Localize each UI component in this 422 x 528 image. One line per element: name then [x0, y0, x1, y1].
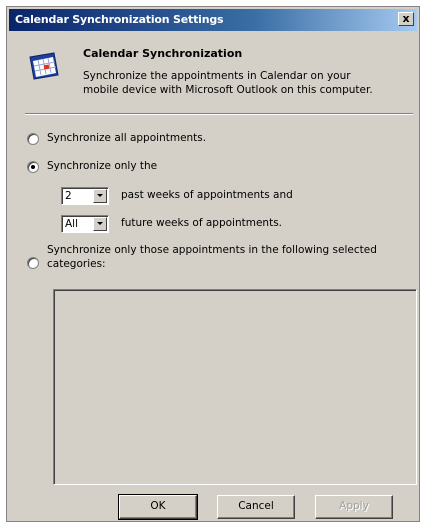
radio-sync-categories-label-line2[interactable]: categories: — [47, 258, 106, 270]
radio-sync-categories[interactable] — [27, 257, 39, 269]
past-weeks-label: past weeks of appointments and — [121, 189, 293, 201]
cancel-button[interactable]: Cancel — [217, 495, 295, 519]
chevron-down-icon[interactable] — [93, 217, 107, 231]
dialog-window: Calendar Synchronization Settings x Cale… — [6, 6, 420, 522]
window-title: Calendar Synchronization Settings — [15, 13, 224, 26]
close-button[interactable]: x — [398, 12, 414, 26]
radio-sync-categories-label-line1[interactable]: Synchronize only those appointments in t… — [47, 244, 377, 256]
radio-sync-all[interactable] — [27, 133, 39, 145]
radio-selected-dot — [31, 165, 35, 169]
divider — [25, 113, 413, 115]
radio-sync-only[interactable] — [27, 161, 39, 173]
radio-sync-all-label[interactable]: Synchronize all appointments. — [47, 132, 206, 144]
header-description: Synchronize the appointments in Calendar… — [83, 70, 373, 96]
calendar-icon — [27, 51, 61, 85]
radio-sync-only-label[interactable]: Synchronize only the — [47, 160, 157, 172]
future-weeks-value: All — [65, 218, 79, 230]
ok-button[interactable]: OK — [118, 494, 198, 520]
chevron-down-icon[interactable] — [93, 189, 107, 203]
future-weeks-label: future weeks of appointments. — [121, 217, 283, 229]
future-weeks-select[interactable]: All — [61, 215, 109, 233]
header-title: Calendar Synchronization — [83, 47, 243, 60]
categories-listbox[interactable] — [53, 289, 417, 485]
past-weeks-value: 2 — [65, 190, 72, 202]
apply-button[interactable]: Apply — [315, 495, 393, 519]
past-weeks-select[interactable]: 2 — [61, 187, 109, 205]
title-bar[interactable]: Calendar Synchronization Settings x — [9, 9, 417, 31]
